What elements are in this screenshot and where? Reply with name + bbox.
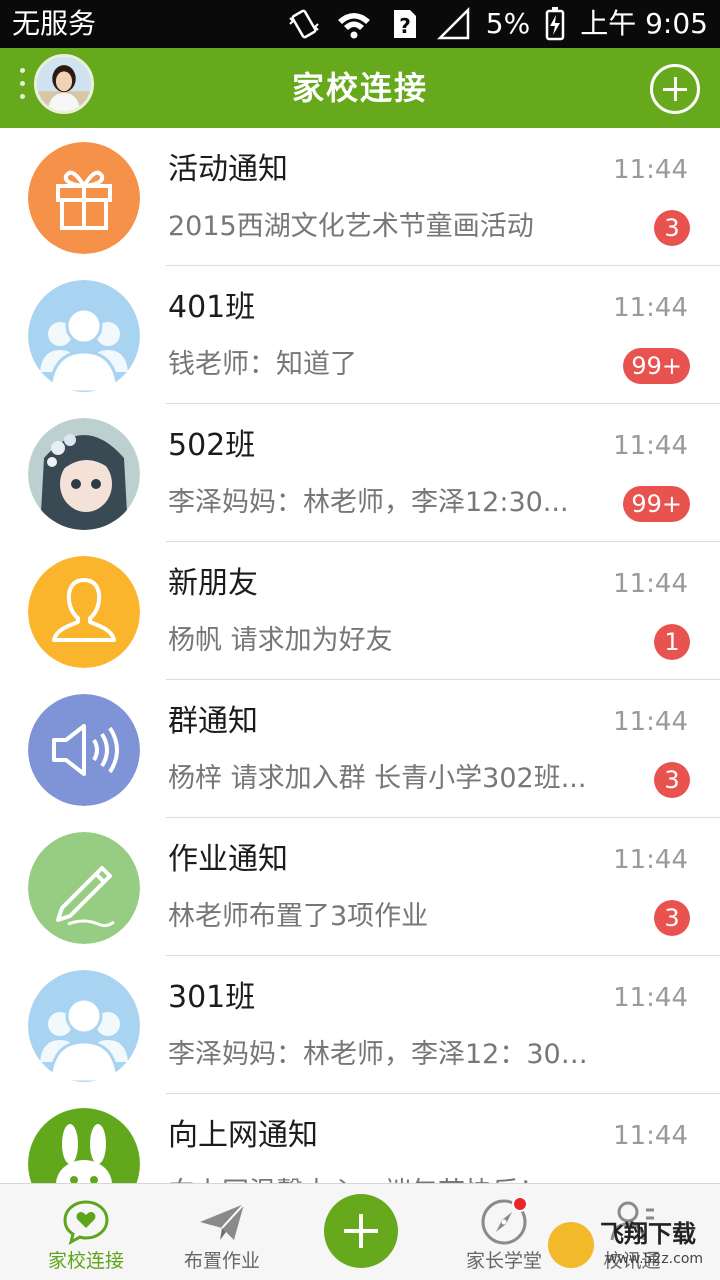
nav-label: 家校连接: [47, 1250, 124, 1272]
conversation-time: 11:44: [613, 155, 688, 185]
group-avatar-icon: [28, 280, 140, 392]
status-icons: ? 5% 上午 9:05: [286, 6, 708, 42]
watermark-url: www.52z.com: [606, 1251, 704, 1267]
conversation-list[interactable]: 活动通知 11:44 2015西湖文化艺术节童画活动 3 401班 11:44 …: [0, 128, 720, 1183]
tab-home-school[interactable]: 家校连接: [14, 1184, 158, 1280]
leaf-logo-icon: [548, 1222, 594, 1268]
list-item[interactable]: 活动通知 11:44 2015西湖文化艺术节童画活动 3: [0, 128, 720, 266]
nav-label: 布置作业: [183, 1250, 260, 1272]
speaker-icon: [28, 694, 140, 806]
list-item[interactable]: 301班 11:44 李泽妈妈：林老师，李泽12：30要...: [0, 956, 720, 1094]
list-item[interactable]: 向上网通知 11:44 向上网温馨中心，端午节快乐！: [0, 1094, 720, 1183]
conversation-title: 502班: [168, 428, 256, 463]
svg-text:?: ?: [399, 14, 411, 38]
gift-icon: [28, 142, 140, 254]
conversation-title: 新朋友: [168, 566, 258, 601]
notification-dot: [512, 1196, 528, 1212]
carrier-label: 无服务: [12, 7, 97, 40]
heart-chat-icon: [63, 1200, 109, 1245]
conversation-time: 11:44: [613, 707, 688, 737]
anime-girl-avatar: [28, 418, 140, 530]
conversation-time: 11:44: [613, 983, 688, 1013]
paper-plane-icon: [200, 1203, 245, 1240]
list-item[interactable]: 502班 11:44 李泽妈妈：林老师，李泽12:30... 99+: [0, 404, 720, 542]
conversation-title: 401班: [168, 290, 256, 325]
unread-badge: 99+: [623, 348, 690, 384]
conversation-title: 群通知: [168, 704, 258, 739]
unread-badge: 3: [654, 210, 690, 246]
battery-percent: 5%: [485, 7, 531, 40]
watermark: 飞翔下载 www.52z.com: [548, 1216, 714, 1276]
conversation-preview: 钱老师：知道了: [168, 349, 357, 380]
add-button[interactable]: [650, 64, 700, 114]
unread-badge: 99+: [623, 486, 690, 522]
unread-badge: 3: [654, 900, 690, 936]
wifi-icon: [337, 13, 370, 39]
status-bar: 无服务 ? 5% 上午 9:05: [0, 0, 720, 48]
conversation-time: 11:44: [613, 845, 688, 875]
conversation-time: 11:44: [613, 569, 688, 599]
list-item[interactable]: 新朋友 11:44 杨帆 请求加为好友 1: [0, 542, 720, 680]
list-item[interactable]: 作业通知 11:44 林老师布置了3项作业 3: [0, 818, 720, 956]
tab-assign-homework[interactable]: 布置作业: [150, 1184, 294, 1280]
battery-charging-icon: [545, 7, 565, 41]
conversation-preview: 李泽妈妈：林老师，李泽12:30...: [168, 487, 569, 518]
app-bar: 家校连接: [0, 48, 720, 128]
conversation-title: 作业通知: [168, 842, 288, 877]
center-add-button[interactable]: [324, 1194, 398, 1268]
rabbit-icon: [28, 1108, 140, 1183]
conversation-preview: 林老师布置了3项作业: [168, 901, 429, 932]
unread-badge: 1: [654, 624, 690, 660]
pen-icon: [28, 832, 140, 944]
page-title: 家校连接: [291, 69, 428, 107]
conversation-preview: 杨帆 请求加为好友: [168, 625, 393, 656]
person-icon: [28, 556, 140, 668]
signal-icon: [436, 6, 470, 40]
conversation-preview: 向上网温馨中心，端午节快乐！: [168, 1174, 546, 1183]
conversation-time: 11:44: [613, 431, 688, 461]
conversation-title: 301班: [168, 980, 256, 1015]
conversation-title: 向上网通知: [168, 1118, 318, 1153]
user-avatar[interactable]: [34, 54, 94, 114]
vibrate-icon: [289, 9, 319, 39]
conversation-time: 11:44: [613, 293, 688, 323]
conversation-time: 11:44: [613, 1121, 688, 1151]
sim-unknown-icon: ?: [393, 10, 416, 38]
list-item[interactable]: 群通知 11:44 杨梓 请求加入群 长青小学302班... 3: [0, 680, 720, 818]
drawer-menu-icon[interactable]: [18, 68, 28, 108]
clock: 上午 9:05: [580, 7, 708, 40]
unread-badge: 3: [654, 762, 690, 798]
conversation-preview: 杨梓 请求加入群 长青小学302班...: [168, 763, 587, 794]
conversation-preview: 李泽妈妈：林老师，李泽12：30要...: [168, 1039, 608, 1070]
watermark-text: 飞翔下载: [600, 1220, 696, 1248]
conversation-preview: 2015西湖文化艺术节童画活动: [168, 211, 534, 242]
list-item[interactable]: 401班 11:44 钱老师：知道了 99+: [0, 266, 720, 404]
group-avatar-icon: [28, 970, 140, 1082]
conversation-title: 活动通知: [168, 152, 288, 187]
